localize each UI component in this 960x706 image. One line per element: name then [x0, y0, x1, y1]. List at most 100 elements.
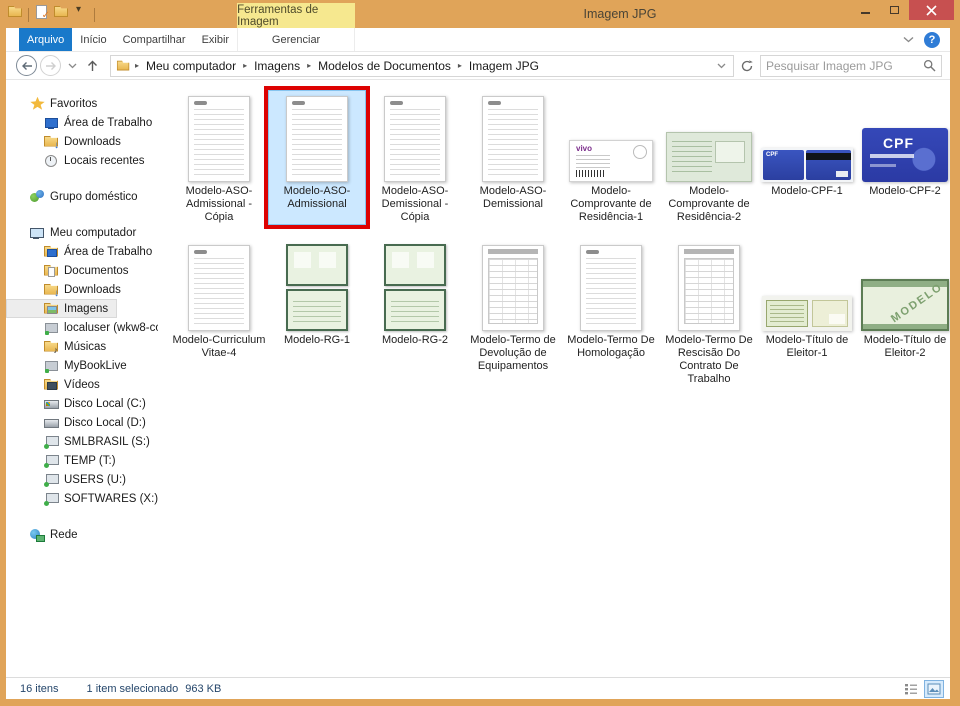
- details-view-button[interactable]: [901, 680, 921, 698]
- file-name: Modelo-Título de Eleitor-2: [857, 334, 950, 374]
- file-item-modelo-comprovante-de-residencia-1[interactable]: vivo Modelo-Comprovante de Residência-1: [562, 90, 660, 225]
- large-thumbnails-view-button[interactable]: [924, 680, 944, 698]
- rg-card-back: [384, 289, 446, 331]
- sidebar-item-disco-local-c[interactable]: Disco Local (C:): [6, 394, 155, 413]
- close-button[interactable]: [909, 0, 954, 20]
- back-arrow-icon: [21, 61, 33, 71]
- file-item-modelo-titulo-de-eleitor-1[interactable]: Modelo-Título de Eleitor-1: [758, 239, 856, 386]
- breadcrumb-item-imagens[interactable]: Imagens: [251, 57, 303, 75]
- computer-icon: [30, 226, 45, 240]
- vivo-logo-text: vivo: [576, 144, 592, 153]
- file-item-modelo-aso-admissional[interactable]: Modelo-ASO-Admissional: [268, 90, 366, 225]
- search-input[interactable]: [766, 59, 923, 73]
- search-icon[interactable]: [923, 59, 936, 72]
- sidebar-item-softwares-x[interactable]: SOFTWARES (X:): [6, 489, 158, 508]
- stamp: [633, 145, 647, 159]
- sidebar-item-musicas[interactable]: Músicas: [6, 337, 115, 356]
- selection-count: 1 item selecionado: [87, 683, 179, 695]
- breadcrumb-item-meu-computador[interactable]: Meu computador: [143, 57, 239, 75]
- maximize-button[interactable]: [880, 0, 909, 20]
- properties-button[interactable]: [34, 5, 49, 24]
- breadcrumb-item-modelos-de-documentos[interactable]: Modelos de Documentos: [315, 57, 454, 75]
- file-name: Modelo-Termo De Homologação: [563, 334, 659, 374]
- chevron-down-icon: [717, 63, 726, 69]
- sidebar-item-meu-computador[interactable]: Meu computador: [6, 223, 145, 242]
- back-button[interactable]: [16, 55, 37, 76]
- file-thumbnail: [384, 244, 446, 331]
- sidebar-item-downloads[interactable]: Downloads: [6, 280, 130, 299]
- sidebar-item-area-de-trabalho[interactable]: Área de Trabalho: [6, 242, 158, 261]
- file-item-modelo-termo-de-devolucao-de-equipamentos[interactable]: Modelo-Termo de Devolução de Equipamento…: [464, 239, 562, 386]
- file-list-area[interactable]: Modelo-ASO-Admissional - CópiaModelo-ASO…: [158, 80, 950, 677]
- sidebar-item-documentos[interactable]: Documentos: [6, 261, 138, 280]
- star-icon: [30, 97, 45, 111]
- downloads-folder-icon: [44, 283, 59, 297]
- address-bar: ▸ Meu computador▸Imagens▸Modelos de Docu…: [6, 52, 950, 80]
- tab-compartilhar[interactable]: Compartilhar: [115, 28, 194, 51]
- breadcrumb-separator-icon: ▸: [303, 61, 315, 70]
- file-item-modelo-termo-de-homologacao[interactable]: Modelo-Termo De Homologação: [562, 239, 660, 386]
- breadcrumb-separator-icon: ▸: [239, 61, 251, 70]
- sidebar-item-disco-local-d[interactable]: Disco Local (D:): [6, 413, 155, 432]
- explorer-icon: [8, 5, 23, 19]
- file-item-modelo-aso-demissional-copia[interactable]: Modelo-ASO-Demissional - Cópia: [366, 90, 464, 225]
- file-item-modelo-termo-de-rescisao-do-contrato-de-trabalho[interactable]: Modelo-Termo De Rescisão Do Contrato De …: [660, 239, 758, 386]
- file-item-modelo-cpf-2[interactable]: CPFModelo-CPF-2: [856, 90, 950, 225]
- navigation-pane: FavoritosÁrea de TrabalhoDownloadsLocais…: [6, 80, 158, 677]
- desktop-icon: [44, 116, 59, 130]
- collapse-ribbon-icon[interactable]: [903, 36, 914, 43]
- forward-button[interactable]: [40, 55, 61, 76]
- file-grid: Modelo-ASO-Admissional - CópiaModelo-ASO…: [170, 90, 950, 400]
- file-item-modelo-aso-admissional-copia[interactable]: Modelo-ASO-Admissional - Cópia: [170, 90, 268, 225]
- sidebar-item-temp-t[interactable]: TEMP (T:): [6, 451, 125, 470]
- file-item-modelo-cpf-1[interactable]: CPFModelo-CPF-1: [758, 90, 856, 225]
- sidebar-item-localuser-wkw8-cor[interactable]: localuser (wkw8-cor: [6, 318, 158, 337]
- sidebar-item-imagens[interactable]: Imagens: [6, 299, 117, 318]
- file-thumbnail: [762, 296, 852, 331]
- sidebar-item-users-u[interactable]: USERS (U:): [6, 470, 135, 489]
- file-thumbnail: CPF: [862, 128, 948, 182]
- explorer-button[interactable]: [8, 5, 23, 24]
- sidebar-item-rede[interactable]: Rede: [6, 525, 87, 544]
- customize-button[interactable]: [74, 5, 89, 24]
- file-item-modelo-rg-1[interactable]: Modelo-RG-1: [268, 239, 366, 386]
- minimize-button[interactable]: [851, 0, 880, 20]
- new-folder-button[interactable]: [54, 5, 69, 24]
- sidebar-item-videos[interactable]: Vídeos: [6, 375, 109, 394]
- cpf-text: CPF: [766, 152, 778, 158]
- file-thumbnail: [666, 132, 752, 182]
- sidebar-item-grupo-domestico[interactable]: Grupo doméstico: [6, 187, 147, 206]
- sidebar-item-favoritos[interactable]: Favoritos: [6, 94, 106, 113]
- titulo-card-front: [766, 300, 808, 327]
- file-name: Modelo-CPF-2: [857, 185, 950, 225]
- breadcrumb-item-imagem-jpg[interactable]: Imagem JPG: [466, 57, 542, 75]
- file-item-modelo-curriculum-vitae-4[interactable]: Modelo-Curriculum Vitae-4: [170, 239, 268, 386]
- sidebar-item-locais-recentes[interactable]: Locais recentes: [6, 151, 154, 170]
- network-user-icon: [44, 359, 59, 373]
- sidebar-item-mybooklive[interactable]: MyBookLive: [6, 356, 136, 375]
- file-name: Modelo-Comprovante de Residência-1: [563, 185, 659, 225]
- file-item-modelo-aso-demissional[interactable]: Modelo-ASO-Demissional: [464, 90, 562, 225]
- file-item-modelo-titulo-de-eleitor-2[interactable]: MODELOModelo-Título de Eleitor-2: [856, 239, 950, 386]
- up-button[interactable]: [81, 60, 104, 72]
- tab-gerenciar[interactable]: Gerenciar: [237, 28, 355, 51]
- tab-arquivo[interactable]: Arquivo: [19, 28, 72, 51]
- recent-locations-dropdown[interactable]: [64, 63, 81, 69]
- file-item-modelo-comprovante-de-residencia-2[interactable]: Modelo-Comprovante de Residência-2: [660, 90, 758, 225]
- network-drive-icon: [44, 435, 59, 449]
- address-dropdown[interactable]: [714, 63, 729, 69]
- sidebar-item-area-de-trabalho[interactable]: Área de Trabalho: [6, 113, 158, 132]
- tab-exibir[interactable]: Exibir: [194, 28, 238, 51]
- file-thumbnail: [482, 245, 544, 331]
- toolbar-separator: [94, 8, 95, 22]
- tab-inicio[interactable]: Início: [72, 28, 114, 51]
- refresh-button[interactable]: [738, 59, 760, 73]
- address-box[interactable]: ▸ Meu computador▸Imagens▸Modelos de Docu…: [110, 55, 734, 77]
- sidebar-item-downloads[interactable]: Downloads: [6, 132, 130, 151]
- file-item-modelo-rg-2[interactable]: Modelo-RG-2: [366, 239, 464, 386]
- file-thumbnail: [188, 245, 250, 331]
- sidebar-item-smlbrasil-s[interactable]: SMLBRASIL (S:): [6, 432, 158, 451]
- recent-icon: [44, 154, 59, 168]
- file-name: Modelo-Título de Eleitor-1: [759, 334, 855, 374]
- help-icon[interactable]: ?: [924, 32, 940, 48]
